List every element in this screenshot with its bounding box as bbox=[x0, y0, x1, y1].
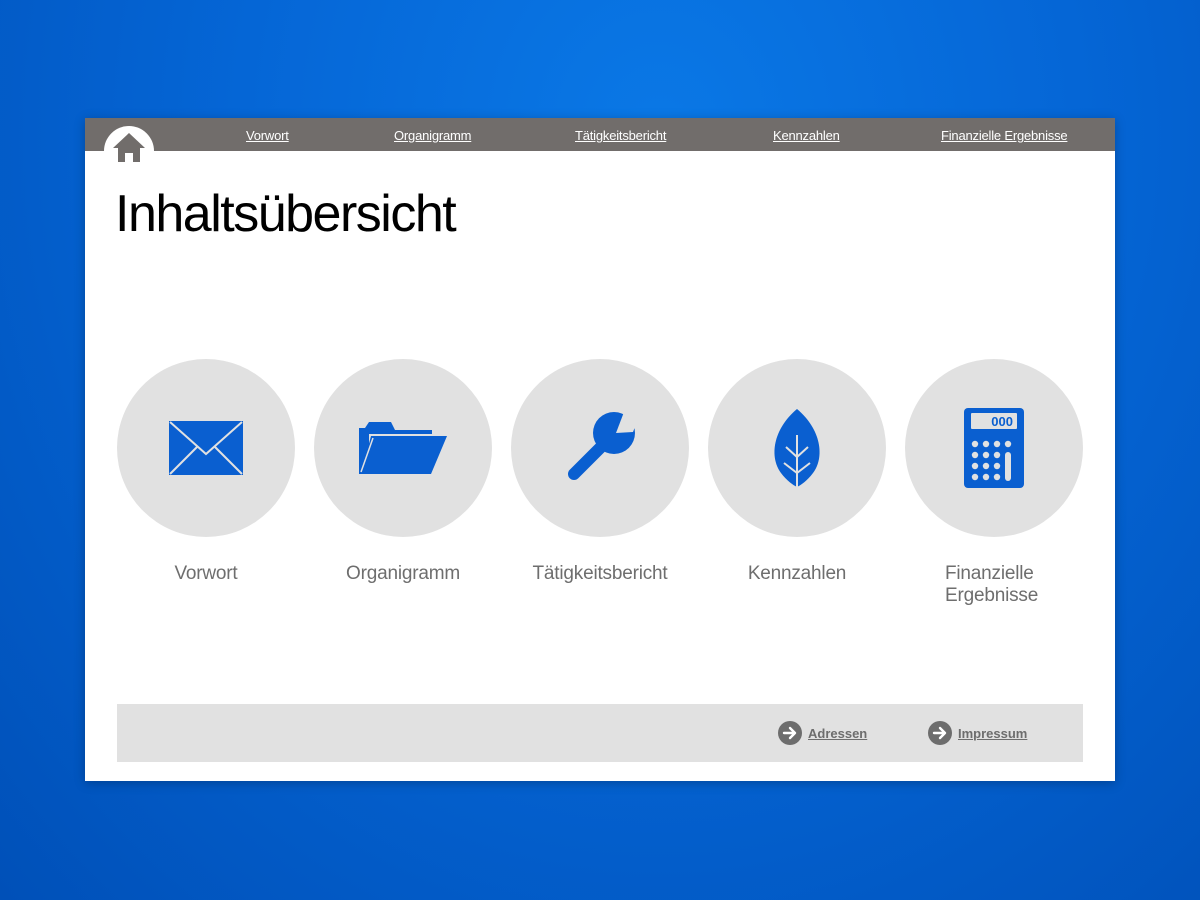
footer-link-impressum[interactable]: Impressum bbox=[928, 721, 1027, 745]
content-page: Vorwort Organigramm Tätigkeitsbericht Ke… bbox=[85, 118, 1115, 781]
tile-circle bbox=[511, 359, 689, 537]
footer-bar: Adressen Impressum bbox=[117, 704, 1083, 762]
nav-link-finanzielle-ergebnisse[interactable]: Finanzielle Ergebnisse bbox=[941, 128, 1068, 143]
tile-label: Vorwort bbox=[174, 563, 238, 584]
leaf-icon bbox=[774, 409, 820, 487]
top-nav-bar: Vorwort Organigramm Tätigkeitsbericht Ke… bbox=[85, 118, 1115, 151]
tile-circle: 000 bbox=[905, 359, 1083, 537]
arrow-right-icon bbox=[778, 721, 802, 745]
footer-link-adressen[interactable]: Adressen bbox=[778, 721, 867, 745]
nav-link-kennzahlen[interactable]: Kennzahlen bbox=[773, 128, 840, 143]
nav-link-vorwort[interactable]: Vorwort bbox=[246, 128, 289, 143]
wrench-icon bbox=[568, 412, 638, 480]
calculator-icon: 000 bbox=[964, 408, 1024, 488]
home-button[interactable] bbox=[104, 126, 154, 176]
tile-circle bbox=[708, 359, 886, 537]
tile-label: Finanzielle Ergebnisse bbox=[945, 563, 1039, 606]
tile-label: Kennzahlen bbox=[747, 563, 847, 584]
tile-label: Tätigkeitsbericht bbox=[532, 563, 668, 584]
tile-vorwort[interactable]: Vorwort bbox=[117, 359, 295, 585]
tile-finanzielle-ergebnisse[interactable]: 000 Finanzielle Ergebnisse bbox=[905, 359, 1083, 607]
tile-organigramm[interactable]: Organigramm bbox=[314, 359, 492, 585]
tile-circle bbox=[314, 359, 492, 537]
nav-link-taetigkeitsbericht[interactable]: Tätigkeitsbericht bbox=[575, 128, 666, 143]
arrow-right-icon bbox=[928, 721, 952, 745]
tile-kennzahlen[interactable]: Kennzahlen bbox=[708, 359, 886, 585]
footer-link-label: Impressum bbox=[958, 725, 1028, 741]
calculator-display: 000 bbox=[991, 414, 1013, 429]
home-icon bbox=[113, 133, 145, 162]
folder-icon bbox=[359, 422, 447, 474]
nav-link-organigramm[interactable]: Organigramm bbox=[394, 128, 471, 143]
tile-circle bbox=[117, 359, 295, 537]
page-title: Inhaltsübersicht bbox=[115, 185, 457, 243]
tile-taetigkeitsbericht[interactable]: Tätigkeitsbericht bbox=[511, 359, 689, 585]
tile-label: Organigramm bbox=[346, 563, 460, 584]
envelope-icon bbox=[169, 421, 243, 475]
footer-link-label: Adressen bbox=[808, 725, 868, 741]
